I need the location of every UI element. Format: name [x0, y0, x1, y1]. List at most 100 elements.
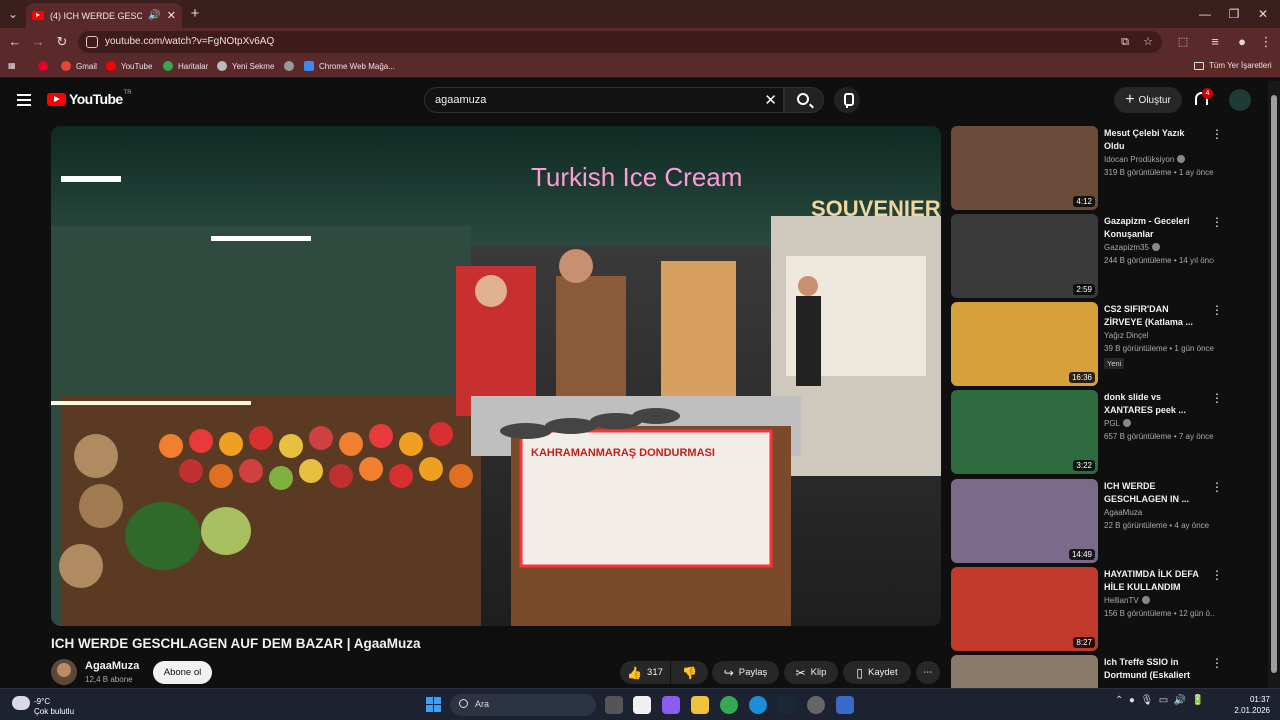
recommendation-item[interactable]: 14:49 ICH WERDE GESCHLAGEN IN ... AgaaMu…	[951, 479, 1251, 563]
more-actions-button[interactable]: ⋯	[916, 661, 940, 684]
share-button[interactable]: ↪ Paylaş	[712, 661, 779, 684]
minimize-button[interactable]: —	[1196, 5, 1214, 23]
search-button[interactable]	[784, 87, 824, 113]
extensions-icon[interactable]: ⬚	[1176, 35, 1190, 49]
video-thumbnail[interactable]: 4:12	[951, 126, 1098, 210]
all-bookmarks[interactable]: Tüm Yer İşaretleri	[1194, 61, 1272, 70]
create-button[interactable]: + Oluştur	[1114, 87, 1182, 113]
recommendation-title[interactable]: CS2 SIFIR'DAN ZİRVEYE (Katlama ...	[1104, 303, 1200, 329]
app-icon[interactable]	[807, 696, 825, 714]
chrome-icon[interactable]	[720, 696, 738, 714]
file-explorer-icon[interactable]	[691, 696, 709, 714]
tab-search-icon[interactable]: ⌄	[4, 5, 22, 23]
edge-icon[interactable]	[749, 696, 767, 714]
recommendation-channel[interactable]: Yağız Dinçel	[1104, 331, 1148, 340]
recommendation-channel[interactable]: PGL	[1104, 419, 1132, 428]
reload-icon[interactable]: ↻	[53, 33, 71, 51]
store-icon[interactable]	[633, 696, 651, 714]
taskbar-search[interactable]: Ara	[450, 694, 596, 716]
video-thumbnail[interactable]	[951, 655, 1098, 688]
address-bar[interactable]: youtube.com/watch?v=FgNOtpXv6AQ ⧉ ☆ ⬚	[78, 31, 1188, 53]
steam-icon[interactable]	[778, 696, 796, 714]
more-vert-icon[interactable]: ⋮	[1211, 128, 1223, 140]
more-vert-icon[interactable]: ⋮	[1211, 304, 1223, 316]
recommendation-item[interactable]: Ich Treffe SSIO in Dortmund (Eskaliert .…	[951, 655, 1251, 688]
restore-button[interactable]: ❐	[1225, 5, 1243, 23]
copilot-icon[interactable]	[662, 696, 680, 714]
video-player[interactable]: SOUVENIER Turkish Ice Cream KAHRAMANMARA…	[51, 126, 941, 626]
forward-icon[interactable]: →	[29, 33, 47, 51]
bookmark-youtube[interactable]: YouTube	[106, 61, 152, 71]
cast-icon[interactable]: ⧉	[1118, 35, 1132, 49]
recommendation-item[interactable]: 3:22 donk slide vs XANTARES peek ... PGL…	[951, 390, 1251, 474]
video-thumbnail[interactable]: 8:27	[951, 567, 1098, 651]
bookmark-pinterest[interactable]	[38, 61, 53, 71]
like-count: 317	[647, 667, 663, 678]
recommendation-item[interactable]: 4:12 Mesut Çelebi Yazık Oldu Idocan Prod…	[951, 126, 1251, 210]
system-tray[interactable]: ⌃ ● 🎙 ▭ 🔊 🔋	[1115, 695, 1204, 706]
more-vert-icon[interactable]: ⋮	[1211, 216, 1223, 228]
new-tab-button[interactable]: +	[186, 5, 204, 23]
bookmark-star-icon[interactable]: ☆	[1141, 35, 1155, 49]
bookmark-webstore[interactable]: Chrome Web Mağa...	[304, 61, 395, 71]
video-thumbnail[interactable]: 2:59	[951, 214, 1098, 298]
more-vert-icon[interactable]: ⋮	[1211, 569, 1223, 581]
recommendation-channel[interactable]: HellianTV	[1104, 596, 1150, 605]
video-thumbnail[interactable]: 16:36	[951, 302, 1098, 386]
youtube-logo[interactable]: YouTube TR	[47, 90, 132, 107]
video-thumbnail[interactable]: 3:22	[951, 390, 1098, 474]
recommendation-channel[interactable]: Gazapizm35	[1104, 243, 1160, 252]
pinterest-icon	[38, 61, 48, 71]
apps-grid-icon[interactable]: ▦	[8, 61, 16, 70]
recommendation-item[interactable]: 8:27 HAYATIMDA İLK DEFA HİLE KULLANDIM H…	[951, 567, 1251, 651]
clear-search-icon[interactable]: ✕	[764, 91, 777, 109]
task-view-icon[interactable]	[605, 696, 623, 714]
site-info-icon[interactable]	[86, 36, 98, 48]
page-scrollbar[interactable]	[1268, 81, 1280, 688]
account-avatar[interactable]	[1229, 89, 1251, 111]
save-button[interactable]: ▯ Kaydet	[843, 661, 911, 684]
reading-list-icon[interactable]: ≡	[1206, 33, 1224, 51]
windows-start-icon[interactable]	[426, 697, 441, 712]
bookmark-gmail[interactable]: Gmail	[61, 61, 97, 71]
clock[interactable]: 01:37 2.01.2026	[1228, 694, 1270, 716]
recommendation-title[interactable]: Ich Treffe SSIO in Dortmund (Eskaliert .…	[1104, 656, 1200, 682]
recommendation-title[interactable]: ICH WERDE GESCHLAGEN IN ...	[1104, 480, 1200, 506]
recommendation-title[interactable]: donk slide vs XANTARES peek ...	[1104, 391, 1200, 417]
more-vert-icon[interactable]: ⋮	[1211, 657, 1223, 669]
channel-name[interactable]: AgaaMuza	[85, 660, 139, 672]
more-vert-icon[interactable]: ⋮	[1211, 481, 1223, 493]
scrollbar-thumb[interactable]	[1271, 95, 1277, 673]
profile-icon[interactable]: ●	[1233, 33, 1251, 51]
browser-tab[interactable]: (4) ICH WERDE GESCHLAGE 🔊 ✕	[26, 3, 182, 28]
recommendation-channel[interactable]: AgaaMuza	[1104, 508, 1142, 517]
recommendation-channel[interactable]: Idocan Prodüksiyon	[1104, 155, 1186, 164]
recommendation-title[interactable]: Mesut Çelebi Yazık Oldu	[1104, 127, 1200, 153]
recommendation-item[interactable]: 2:59 Gazapizm - Geceleri Konuşanlar Gaza…	[951, 214, 1251, 298]
recommendation-title[interactable]: Gazapizm - Geceleri Konuşanlar	[1104, 215, 1200, 241]
clip-button[interactable]: ✂ Klip	[784, 661, 838, 684]
back-icon[interactable]: ←	[6, 33, 24, 51]
video-thumbnail[interactable]: 14:49	[951, 479, 1098, 563]
hamburger-menu-icon[interactable]	[17, 94, 31, 106]
channel-avatar[interactable]	[51, 659, 77, 685]
subscribe-button[interactable]: Abone ol	[153, 661, 212, 684]
search-input[interactable]: agaamuza ✕	[424, 87, 784, 113]
like-button[interactable]: 👍 317	[620, 661, 670, 684]
notifications-bell-icon[interactable]: 4	[1193, 88, 1213, 109]
more-vert-icon[interactable]: ⋮	[1211, 392, 1223, 404]
close-tab-icon[interactable]: ✕	[167, 9, 176, 22]
dislike-button[interactable]: 👎	[671, 661, 708, 684]
close-window-button[interactable]: ✕	[1254, 5, 1272, 23]
bookmark-globe[interactable]	[284, 61, 299, 71]
app-icon[interactable]	[836, 696, 854, 714]
bookmark-new-tab[interactable]: Yeni Sekme	[217, 61, 274, 71]
bookmark-maps[interactable]: Haritalar	[163, 61, 208, 71]
bookmark-label: YouTube	[121, 61, 153, 71]
voice-search-icon[interactable]	[834, 87, 860, 113]
browser-menu-icon[interactable]: ⋮	[1257, 33, 1275, 51]
speaker-icon[interactable]: 🔊	[148, 10, 160, 21]
recommendation-title[interactable]: HAYATIMDA İLK DEFA HİLE KULLANDIM	[1104, 568, 1200, 594]
recommendation-item[interactable]: 16:36 CS2 SIFIR'DAN ZİRVEYE (Katlama ...…	[951, 302, 1251, 386]
weather-widget[interactable]: -9°C Çok bulutlu	[12, 693, 102, 719]
